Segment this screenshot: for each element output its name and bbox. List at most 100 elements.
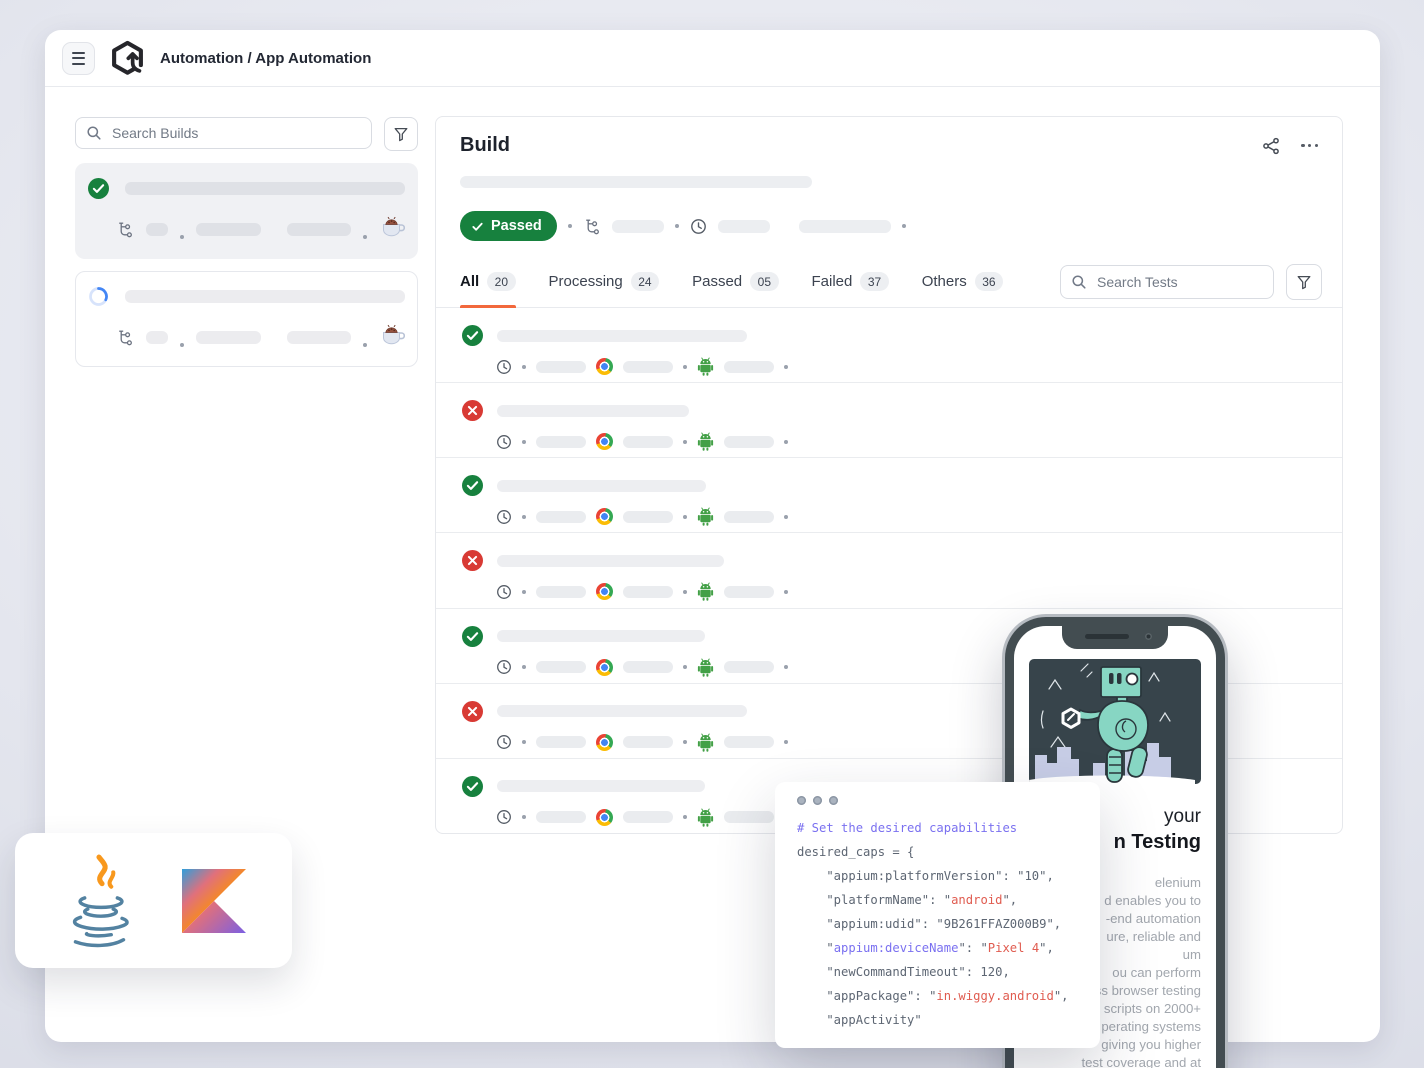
tab-count-badge: 05 (750, 272, 778, 291)
code-line: "appium:platformVersion": "10", (797, 864, 1100, 888)
test-row[interactable] (436, 383, 1342, 458)
tab-label: All (460, 273, 479, 290)
separator-dot (568, 224, 572, 228)
hamburger-menu-button[interactable] (62, 42, 95, 75)
skeleton-pill (623, 736, 673, 748)
passed-icon (462, 475, 483, 496)
build-card-list (75, 163, 418, 367)
panel-title: Build (460, 134, 510, 157)
status-badge-label: Passed (491, 218, 542, 234)
separator-dot (784, 590, 788, 594)
phone-speaker (1085, 634, 1129, 639)
skeleton-pill (724, 811, 774, 823)
git-branch-icon (116, 328, 134, 346)
test-row[interactable] (436, 533, 1342, 608)
language-logos-card (15, 833, 292, 968)
app-logo[interactable] (110, 40, 145, 76)
clock-icon (496, 584, 512, 600)
tab-list: All 20 Processing 24 Passed 05 Failed 37… (460, 256, 1036, 307)
phone-notch (1062, 626, 1168, 649)
passed-icon (462, 776, 483, 797)
share-button[interactable] (1261, 136, 1281, 156)
phone-paragraph-line: test coverage and at significantly (1014, 1054, 1201, 1068)
build-title-skeleton (125, 182, 405, 195)
more-options-button[interactable] (1301, 144, 1318, 147)
search-icon (86, 125, 102, 141)
tab-label: Passed (692, 273, 742, 290)
build-card[interactable] (75, 271, 418, 367)
tab[interactable]: Passed 05 (692, 256, 778, 307)
separator-dot (683, 590, 687, 594)
phone-camera (1145, 633, 1152, 640)
page: Automation / App Automation (0, 0, 1424, 1068)
separator-dot (683, 740, 687, 744)
skeleton-pill (196, 331, 260, 344)
separator-dot (522, 515, 526, 519)
code-line: "appActivity" (797, 1008, 1100, 1032)
separator-dot (784, 665, 788, 669)
search-icon (1071, 274, 1087, 290)
chrome-icon (596, 433, 613, 450)
filter-builds-button[interactable] (384, 117, 418, 151)
build-name-skeleton (460, 176, 812, 188)
test-title-skeleton (497, 480, 706, 492)
kotlin-logo-icon (182, 869, 246, 933)
skeleton-pill (536, 661, 586, 673)
skeleton-pill (146, 331, 168, 344)
separator-dot (363, 343, 367, 347)
android-coffee-cup-icon (379, 323, 405, 351)
chrome-icon (596, 734, 613, 751)
skeleton-pill (623, 661, 673, 673)
robot-illustration (1029, 659, 1201, 784)
clock-icon (496, 509, 512, 525)
build-title-skeleton (125, 290, 405, 303)
loading-spinner-icon (88, 286, 109, 307)
status-badge: Passed (460, 211, 557, 241)
android-icon (697, 658, 714, 677)
skeleton-pill (287, 223, 351, 236)
builds-sidebar (75, 117, 418, 367)
skeleton-pill (146, 223, 168, 236)
separator-dot (902, 224, 906, 228)
tab[interactable]: Others 36 (922, 256, 1003, 307)
filter-tests-button[interactable] (1286, 264, 1322, 300)
window-control-dots (797, 796, 1100, 805)
separator-dot (675, 224, 679, 228)
tab[interactable]: Failed 37 (812, 256, 889, 307)
android-icon (697, 582, 714, 601)
separator-dot (522, 740, 526, 744)
code-line: # Set the desired capabilities (797, 816, 1100, 840)
tab-count-badge: 24 (631, 272, 659, 291)
test-row[interactable] (436, 308, 1342, 383)
clock-icon (496, 434, 512, 450)
test-title-skeleton (497, 330, 747, 342)
test-title-skeleton (497, 630, 705, 642)
failed-icon (462, 400, 483, 421)
code-line: desired_caps = { (797, 840, 1100, 864)
failed-icon (462, 701, 483, 722)
breadcrumb: Automation / App Automation (160, 50, 371, 67)
tab-count-badge: 37 (860, 272, 888, 291)
skeleton-pill (287, 331, 351, 344)
skeleton-pill (536, 511, 586, 523)
search-builds-input[interactable] (110, 124, 361, 142)
failed-icon (462, 550, 483, 571)
chrome-icon (596, 659, 613, 676)
chrome-icon (596, 583, 613, 600)
skeleton-pill (724, 661, 774, 673)
skeleton-pill (612, 220, 664, 233)
git-branch-icon (583, 217, 601, 235)
search-tests-input[interactable] (1095, 273, 1263, 291)
git-branch-icon (116, 220, 134, 238)
clock-icon (496, 734, 512, 750)
tab[interactable]: Processing 24 (549, 256, 660, 307)
separator-dot (522, 365, 526, 369)
tab[interactable]: All 20 (460, 256, 516, 307)
tab-label: Failed (812, 273, 853, 290)
skeleton-pill (623, 361, 673, 373)
code-line: "appium:deviceName": "Pixel 4", (797, 936, 1100, 960)
separator-dot (784, 740, 788, 744)
test-row[interactable] (436, 458, 1342, 533)
test-title-skeleton (497, 780, 705, 792)
build-card[interactable] (75, 163, 418, 259)
